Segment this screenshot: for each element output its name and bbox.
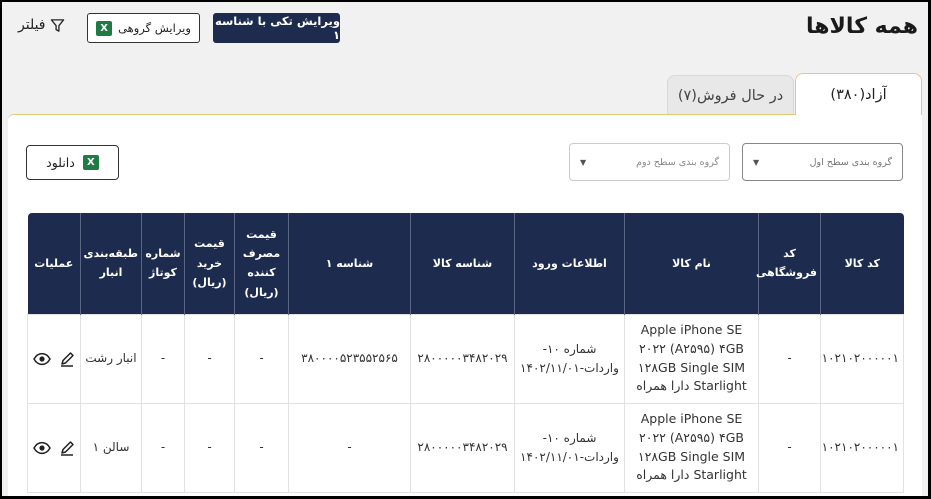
cell-store-code: - bbox=[758, 402, 821, 493]
group-edit-label: ویرایش گروهی bbox=[118, 21, 191, 35]
group-level-2-select[interactable]: گروه بندی سطح دوم ▼ bbox=[569, 143, 730, 181]
header-id1[interactable]: شناسه ۱ bbox=[288, 213, 411, 314]
header-warehouse[interactable]: طبقه‌بندی انبار bbox=[80, 213, 142, 314]
excel-icon: X bbox=[96, 20, 113, 36]
cell-id1: ۳۸۰۰۰۰۵۲۳۵۵۲۵۶۵ bbox=[288, 313, 411, 404]
entry-line: شماره ۱۰- bbox=[542, 430, 597, 445]
cell-consumer-price: - bbox=[234, 402, 289, 493]
eye-icon[interactable] bbox=[33, 351, 51, 367]
name-line: ۲۰۲۲ (A۲۵۹۵) ۴GB bbox=[639, 429, 744, 445]
header-cottage[interactable]: شماره کوتاژ bbox=[141, 213, 185, 314]
filter-button[interactable]: فیلتر bbox=[18, 17, 65, 33]
name-line: Apple iPhone SE bbox=[640, 411, 743, 426]
caret-down-icon: ▼ bbox=[580, 157, 587, 167]
header-store-code[interactable]: کد فروشگاهی bbox=[756, 213, 821, 314]
pencil-icon[interactable] bbox=[59, 440, 75, 456]
cell-purchase-price: - bbox=[184, 402, 235, 493]
tab-on-sale[interactable]: در حال فروش(۷) bbox=[667, 75, 794, 115]
tab-free[interactable]: آزاد(۳۸۰) bbox=[795, 73, 922, 115]
group-level-1-placeholder: گروه بندی سطح اول bbox=[809, 156, 892, 168]
page-title: همه کالاها bbox=[806, 14, 918, 39]
name-line: Starlight دارا همراه bbox=[636, 378, 747, 394]
name-line: ۱۲۸GB Single SIM bbox=[637, 448, 746, 464]
name-line: ۲۰۲۲ (A۲۵۹۵) ۴GB bbox=[639, 340, 744, 356]
entry-line: واردات-۱۴۰۲/۱۱/۰۱ bbox=[520, 449, 619, 464]
cell-product-id: ۲۸۰۰۰۰۰۳۴۸۲۰۲۹ bbox=[410, 313, 515, 404]
app-window: همه کالاها ویرایش تکی با شناسه ۱ ویرایش … bbox=[2, 2, 928, 496]
cell-name: Apple iPhone SE ۲۰۲۲ (A۲۵۹۵) ۴GB ۱۲۸GB S… bbox=[624, 402, 759, 493]
entry-line: واردات-۱۴۰۲/۱۱/۰۱ bbox=[520, 360, 619, 375]
header-consumer-price[interactable]: قیمت مصرف کننده (ریال) bbox=[234, 213, 289, 314]
group-edit-button[interactable]: ویرایش گروهی X bbox=[87, 13, 200, 43]
pencil-icon[interactable] bbox=[59, 351, 75, 367]
header-name[interactable]: نام کالا bbox=[624, 213, 759, 314]
header-entry-info[interactable]: اطلاعات ورود bbox=[514, 213, 625, 314]
name-line: ۱۲۸GB Single SIM bbox=[637, 359, 746, 375]
group-level-2-placeholder: گروه بندی سطح دوم bbox=[636, 156, 719, 168]
group-level-1-select[interactable]: گروه بندی سطح اول ▼ bbox=[742, 143, 903, 181]
products-table: کد کالا کد فروشگاهی نام کالا اطلاعات ورو… bbox=[27, 213, 904, 493]
cell-code: ۱۰۲۱۰۲۰۰۰۰۰۱ bbox=[820, 402, 904, 493]
funnel-icon bbox=[50, 18, 64, 32]
single-edit-button[interactable]: ویرایش تکی با شناسه ۱ bbox=[213, 13, 340, 43]
entry-line: شماره ۱۰- bbox=[542, 341, 597, 356]
table-header-row: کد کالا کد فروشگاهی نام کالا اطلاعات ورو… bbox=[27, 213, 904, 314]
excel-icon: X bbox=[82, 155, 99, 170]
header-purchase-price[interactable]: قیمت خرید (ریال) bbox=[184, 213, 235, 314]
cell-operations bbox=[27, 313, 81, 404]
table-row: ۱۰۲۱۰۲۰۰۰۰۰۱ - Apple iPhone SE ۲۰۲۲ (A۲۵… bbox=[27, 313, 904, 404]
name-line: Starlight دارا همراه bbox=[636, 467, 747, 483]
header-product-id[interactable]: شناسه کالا bbox=[410, 213, 515, 314]
caret-down-icon: ▼ bbox=[753, 157, 760, 167]
header-code[interactable]: کد کالا bbox=[820, 213, 904, 314]
cell-product-id: ۲۸۰۰۰۰۰۳۴۸۲۰۲۹ bbox=[410, 402, 515, 493]
download-label: دانلود bbox=[46, 155, 75, 170]
cell-entry-info: شماره ۱۰- واردات-۱۴۰۲/۱۱/۰۱ bbox=[514, 402, 625, 493]
eye-icon[interactable] bbox=[33, 440, 51, 456]
cell-cottage: - bbox=[141, 402, 185, 493]
filter-label: فیلتر bbox=[18, 17, 46, 33]
cell-entry-info: شماره ۱۰- واردات-۱۴۰۲/۱۱/۰۱ bbox=[514, 313, 625, 404]
header-operations: عملیات bbox=[27, 213, 81, 314]
cell-id1: - bbox=[288, 402, 411, 493]
cell-operations bbox=[27, 402, 81, 493]
cell-store-code: - bbox=[758, 313, 821, 404]
cell-name: Apple iPhone SE ۲۰۲۲ (A۲۵۹۵) ۴GB ۱۲۸GB S… bbox=[624, 313, 759, 404]
name-line: Apple iPhone SE bbox=[640, 322, 743, 337]
cell-warehouse: سالن ۱ bbox=[80, 402, 142, 493]
cell-warehouse: انبار رشت bbox=[80, 313, 142, 404]
cell-purchase-price: - bbox=[184, 313, 235, 404]
cell-consumer-price: - bbox=[234, 313, 289, 404]
cell-code: ۱۰۲۱۰۲۰۰۰۰۰۱ bbox=[820, 313, 904, 404]
download-button[interactable]: X دانلود bbox=[26, 145, 119, 180]
cell-cottage: - bbox=[141, 313, 185, 404]
table-row: ۱۰۲۱۰۲۰۰۰۰۰۱ - Apple iPhone SE ۲۰۲۲ (A۲۵… bbox=[27, 402, 904, 493]
